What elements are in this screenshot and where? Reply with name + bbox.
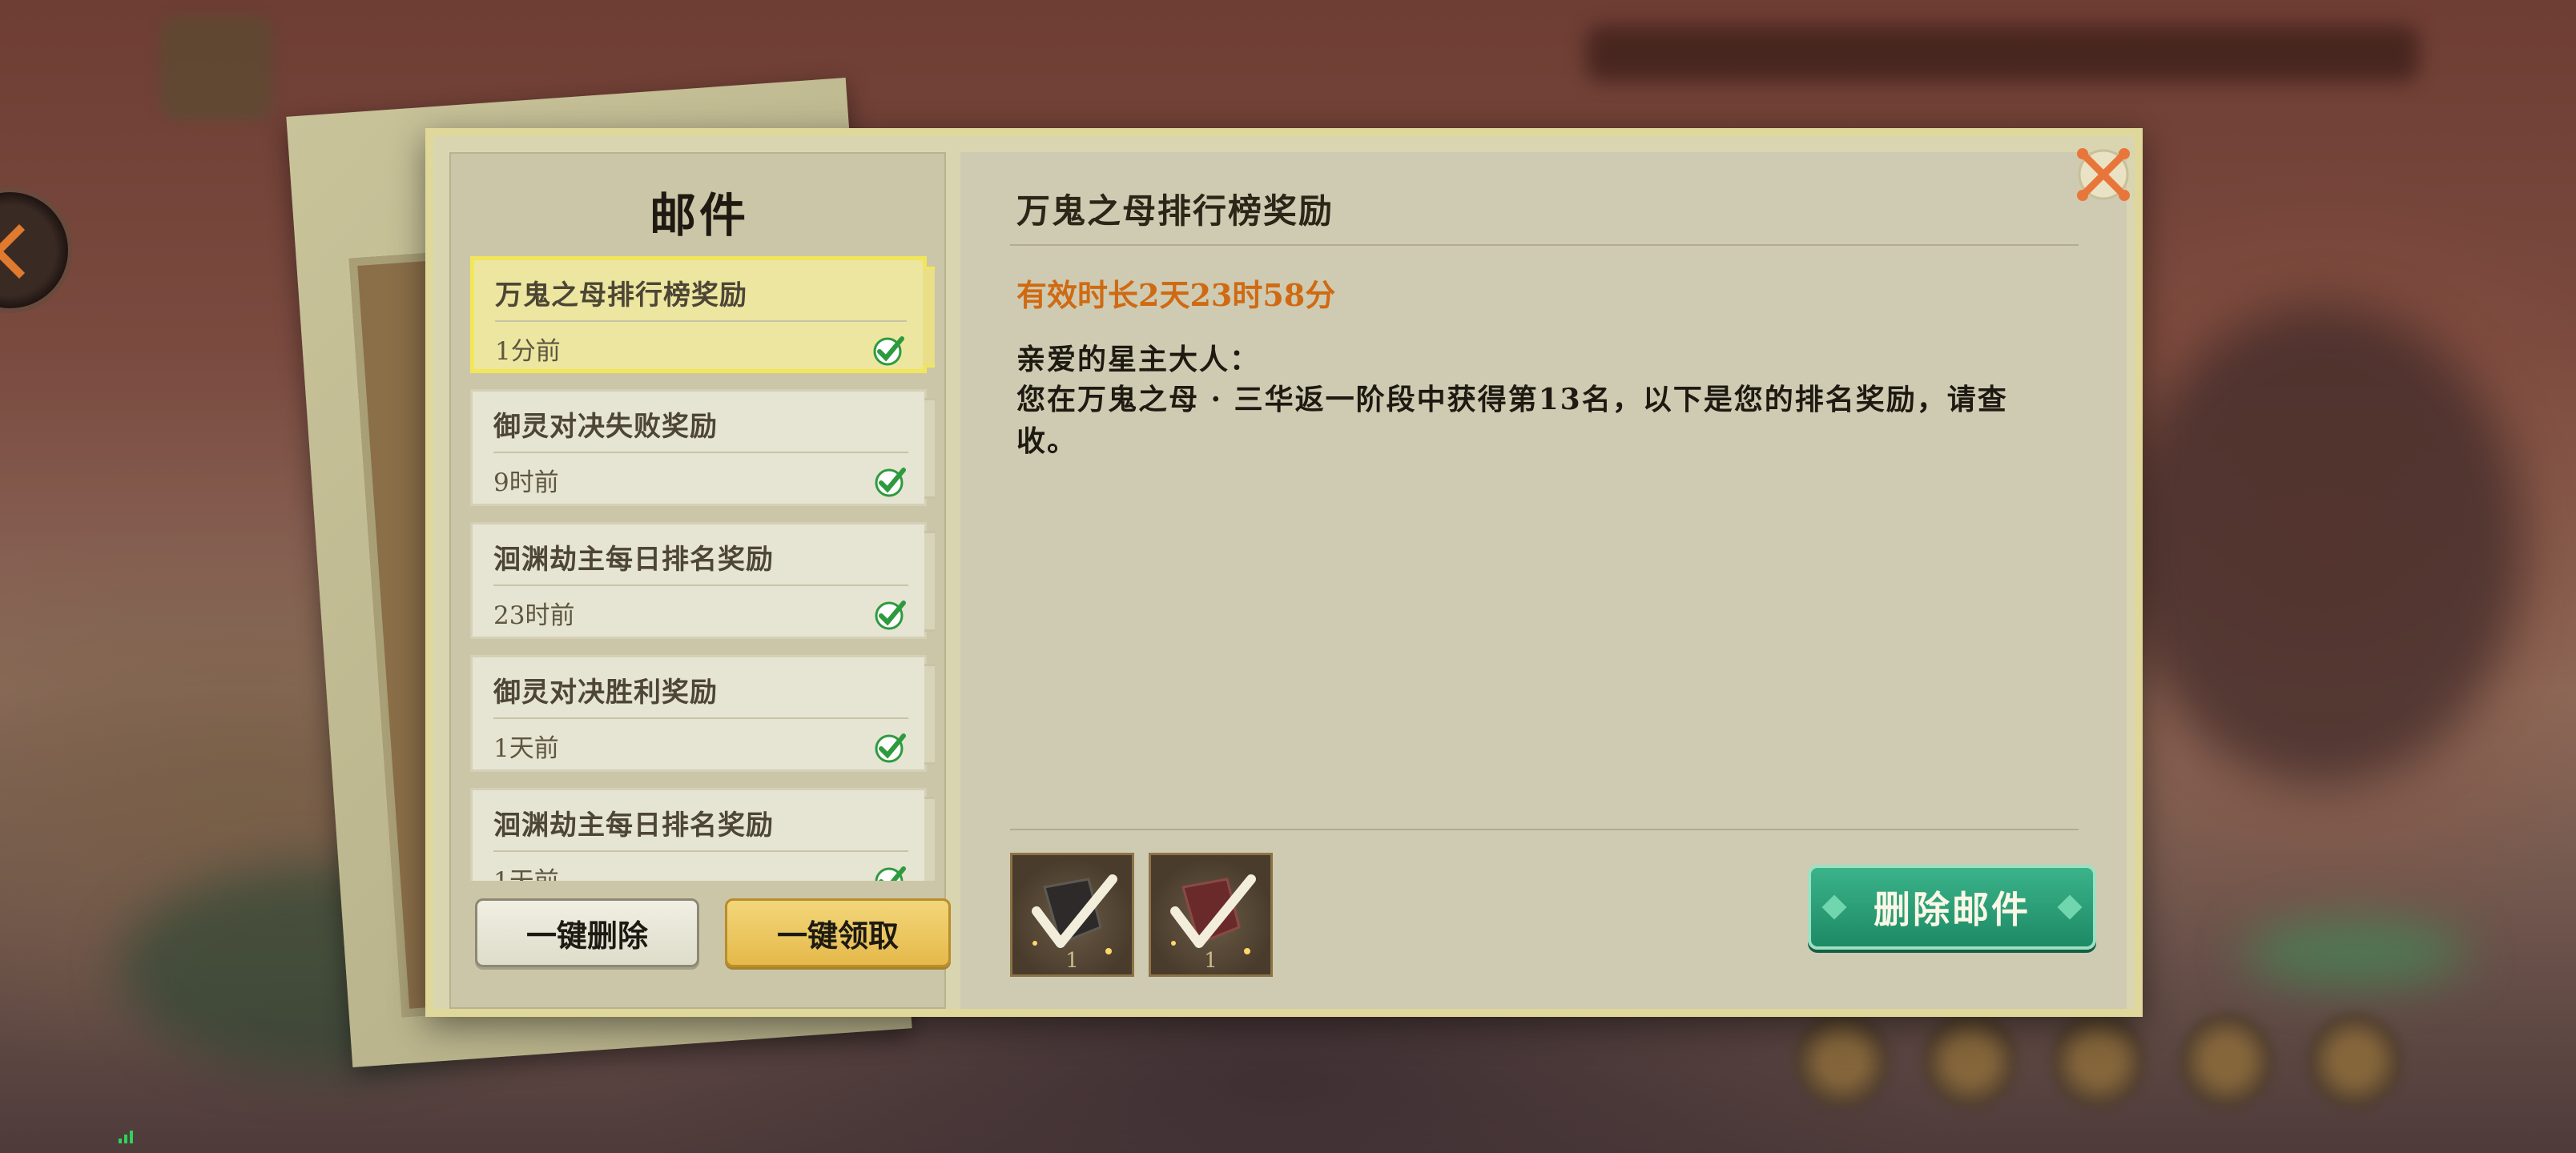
mail-list-panel: 邮件 万鬼之母排行榜奖励 1分前 御灵对决失败奖励 9时前 洄渊劫主每日排名奖励 [449, 152, 951, 1009]
reward-count: 1 [1204, 949, 1218, 973]
mail-body: 您在万鬼之母 · 三华返一阶段中获得第13名，以下是您的排名奖励，请查收。 [1016, 383, 2008, 458]
mail-item[interactable]: 万鬼之母排行榜奖励 1分前 [470, 256, 935, 373]
top-banner-blurred [1586, 26, 2419, 82]
check-icon [875, 601, 906, 630]
arrow-icon [0, 224, 46, 279]
mail-time: 23时前 [493, 601, 575, 630]
mail-time: 1分前 [495, 337, 561, 366]
mail-subject: 万鬼之母排行榜奖励 [495, 279, 747, 311]
check-icon [875, 468, 906, 497]
reward-item[interactable]: 1 [1010, 853, 1134, 977]
mail-subject: 洄渊劫主每日排名奖励 [493, 544, 774, 576]
bottom-icon-1 [1794, 1013, 1890, 1109]
mail-item[interactable]: 御灵对决失败奖励 9时前 [470, 389, 935, 506]
claim-all-button[interactable]: 一键领取 [725, 898, 951, 967]
mail-subject: 御灵对决胜利奖励 [493, 677, 718, 709]
detail-title: 万鬼之母排行榜奖励 [1016, 191, 1334, 231]
check-icon [875, 866, 906, 881]
delete-all-button[interactable]: 一键删除 [475, 898, 699, 967]
check-icon [875, 733, 906, 763]
bottom-icon-4 [2179, 1013, 2275, 1109]
mail-dialog: 邮件 万鬼之母排行榜奖励 1分前 御灵对决失败奖励 9时前 洄渊劫主每日排名奖励 [425, 128, 2143, 1017]
delete-mail-label: 删除邮件 [1874, 888, 2031, 931]
delete-mail-button[interactable]: 删除邮件 [1808, 865, 2096, 950]
avatar-blurred [160, 16, 272, 120]
mail-subject: 洄渊劫主每日排名奖励 [493, 810, 774, 842]
signal-icon [119, 1127, 138, 1143]
bottom-icon-2 [1922, 1013, 2019, 1109]
mail-time: 9时前 [493, 468, 559, 497]
mail-list[interactable]: 万鬼之母排行榜奖励 1分前 御灵对决失败奖励 9时前 洄渊劫主每日排名奖励 23… [470, 256, 935, 881]
bottom-icon-5 [2307, 1013, 2403, 1109]
reward-count: 1 [1065, 949, 1079, 973]
mail-item[interactable]: 洄渊劫主每日排名奖励 23时前 [470, 522, 935, 639]
mail-time: 1天前 [493, 734, 559, 763]
mail-item[interactable]: 洄渊劫主每日排名奖励 1天前 [470, 788, 935, 881]
mail-time: 1天前 [493, 861, 559, 881]
return-button[interactable] [0, 192, 68, 308]
close-icon[interactable] [2071, 143, 2135, 207]
mail-subject: 御灵对决失败奖励 [493, 411, 718, 443]
mail-greeting: 亲爱的星主大人： [1016, 343, 1261, 376]
validity-text: 有效时长2天23时58分 [1016, 277, 1336, 313]
mail-item[interactable]: 御灵对决胜利奖励 1天前 [470, 655, 935, 772]
diamond-icon [1821, 894, 1847, 920]
dialog-title: 邮件 [649, 188, 749, 243]
mail-detail-panel: 万鬼之母排行榜奖励 有效时长2天23时58分 亲爱的星主大人： 您在万鬼之母 ·… [960, 152, 2127, 1009]
bottom-icon-3 [2051, 1013, 2147, 1109]
diamond-icon [2057, 894, 2083, 920]
check-icon [873, 336, 904, 366]
reward-item[interactable]: 1 [1149, 853, 1273, 977]
